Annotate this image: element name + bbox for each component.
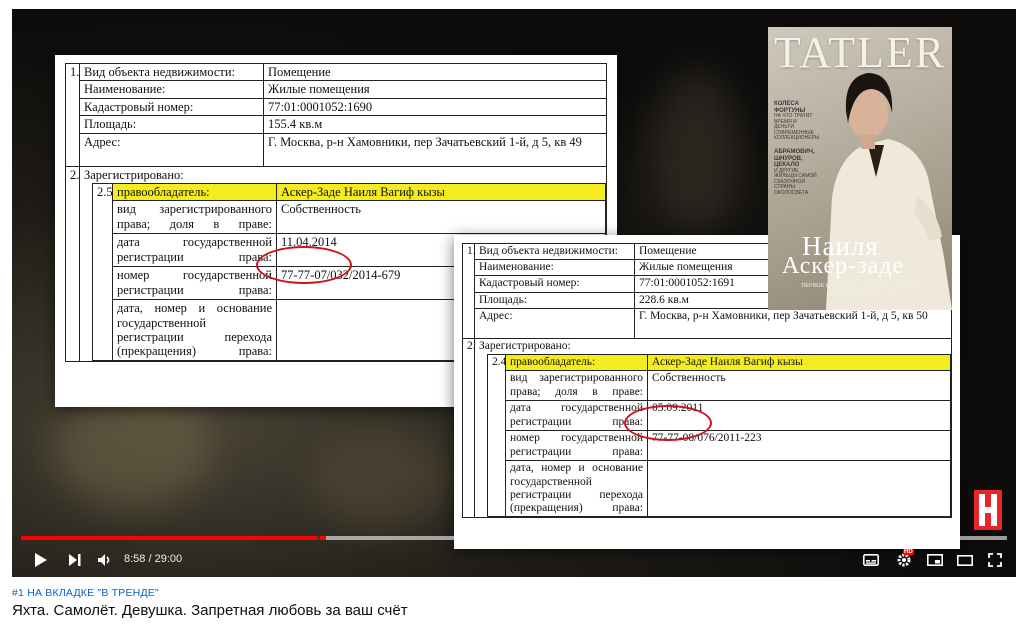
field-label: дата государственной регистрации права: [112,233,277,268]
field-label: Площадь: [79,115,264,134]
field-label: дата, номер и основание государственной … [505,460,648,518]
field-value: 155.4 кв.м [263,115,607,134]
field-label: Кадастровый номер: [79,97,264,117]
volume-icon [98,554,110,566]
field-label: вид зарегистрированного права; доля в пр… [112,200,277,235]
field-value: Г. Москва, р-н Хамовники, пер Зачатьевск… [634,307,952,339]
field-value: Г. Москва, р-н Хамовники, пер Зачатьевск… [263,132,607,167]
video-player[interactable]: 1. Вид объекта недвижимости: Помещение Н… [12,9,1016,577]
field-label: Площадь: [474,291,635,309]
play-button[interactable] [30,550,52,570]
theater-mode-button[interactable] [954,550,976,570]
field-label: Адрес: [474,307,635,339]
highlight-circle [624,405,712,441]
hd-badge: HD [903,549,914,555]
table-row: Адрес: Г. Москва, р-н Хамовники, пер Зач… [66,132,607,167]
progress-bar[interactable] [21,536,1007,540]
field-label: Адрес: [79,132,264,167]
row-number: 2. [65,165,80,363]
table-row: 1. Вид объекта недвижимости: Помещение [65,62,607,167]
field-value: 77:01:0001052:1690 [263,97,607,117]
table-row: 2.4 правообладатель: Аскер-Заде Наиля Ва… [487,354,951,518]
cover-story-text: И ДРУГИЕ ЖИЛЬЦЫ САМОЙ СКАЗОЧНОЙ СТРАНЫ О… [774,167,817,196]
bokeh-light [652,69,742,229]
table-row: Адрес: Г. Москва, р-н Хамовники, пер Зач… [463,307,952,339]
field-value: Собственность [276,200,606,235]
play-icon [35,553,47,567]
table-row: 2.5 правообладатель: Аскер-Заде Наиля Ва… [92,182,606,362]
player-controls: 8:58 / 29:00 HD [12,544,1016,577]
field-label: номер государственной регистрации права: [112,266,277,301]
holder-label: правообладатель: [505,354,648,372]
trending-badge[interactable]: #1 НА ВКЛАДКЕ "В ТРЕНДЕ" [12,587,159,599]
table-row: номер государственной регистрации права:… [488,430,951,462]
miniplayer-icon [927,554,943,566]
cover-subtitle: ПЕРВОЕ ИНТЕРВЬЮ САМОЙ ОБСУЖДАЕМОЙ ТЕЛЕВЕ… [801,283,925,295]
field-label: дата, номер и основание государственной … [112,299,277,362]
table-row: 2. Зарегистрировано: [65,165,607,363]
subtitles-icon [863,554,879,566]
section-label: Зарегистрировано: [79,165,607,183]
table-row: Кадастровый номер: 77:01:0001052:1690 [66,97,607,117]
bokeh-light [312,429,452,529]
fullscreen-button[interactable] [984,550,1006,570]
table-row: Площадь: 155.4 кв.м [66,115,607,134]
chapter-marks [21,536,1007,540]
cover-story-1: КОЛЕСА ФОРТУНЫ НА ЧТО ТРАТЯТ ВРЕМЯ И ДЕН… [774,101,820,142]
video-title: Яхта. Самолёт. Девушка. Запретная любовь… [12,602,408,619]
field-value: Помещение [263,62,607,82]
next-icon [69,554,81,566]
field-label: Наименование: [79,80,264,99]
field-value: Собственность [647,370,951,402]
miniplayer-button[interactable] [924,550,946,570]
next-button[interactable] [64,550,86,570]
cover-story-2: АБРАМОВИЧ, ШНУРОВ, ЦЕКАЛО И ДРУГИЕ ЖИЛЬЦ… [774,149,818,196]
field-value [647,460,951,518]
row-number: 2.5 [92,182,113,362]
table-row: дата государственной регистрации права: … [488,400,951,432]
row-number: 2. [462,337,476,519]
field-label: Наименование: [474,259,635,277]
table-row: вид зарегистрированного права; доля в пр… [93,200,606,235]
magazine-logo: TATLER [773,28,947,77]
cover-name-last: Аскер-заде [782,253,905,279]
table-row: 2.4 правообладатель: Аскер-Заде Наиля Ва… [463,354,952,519]
field-value: Жилые помещения [263,80,607,99]
row-number: 1. [65,63,80,167]
volume-button[interactable] [94,550,116,570]
holder-label: правообладатель: [112,182,277,202]
field-label: номер государственной регистрации права: [505,430,648,462]
holder-value: Аскер-Заде Наиля Вагиф кызы [647,354,951,372]
magazine-cover: TATLER КОЛЕСА ФОРТУНЫ НА ЧТО ТРАТЯТ ВРЕМ… [768,27,952,310]
table-row: дата, номер и основание государственной … [488,460,951,518]
fullscreen-icon [988,553,1002,567]
cover-story-text: НА ЧТО ТРАТЯТ ВРЕМЯ И ДЕНЬГИ СОВРЕМЕННЫЕ… [774,113,820,142]
field-label: Вид объекта недвижимости: [474,242,635,261]
bokeh-light [52,389,212,509]
settings-button[interactable]: HD [892,549,916,570]
row-number: 2.4 [487,354,506,518]
highlight-circle [256,246,352,284]
table-row: Наименование: Жилые помещения [66,80,607,99]
time-display: 8:58 / 29:00 [124,553,183,565]
section-label: Зарегистрировано: [474,337,952,355]
field-label: Кадастровый номер: [474,275,635,293]
field-label: Вид объекта недвижимости: [79,62,264,82]
theater-icon [957,554,973,566]
cover-story-title: АБРАМОВИЧ, ШНУРОВ, ЦЕКАЛО [774,149,815,169]
channel-logo [974,490,1002,530]
field-label: вид зарегистрированного права; доля в пр… [505,370,648,402]
subtitles-button[interactable] [860,550,882,570]
table-row: вид зарегистрированного права; доля в пр… [488,370,951,402]
holder-value: Аскер-Заде Наиля Вагиф кызы [276,182,606,202]
holder-subtable: 2.4 правообладатель: Аскер-Заде Наиля Ва… [487,354,951,518]
row-number: 1. [462,243,476,339]
table-row: 2. Зарегистрировано: [462,337,952,519]
